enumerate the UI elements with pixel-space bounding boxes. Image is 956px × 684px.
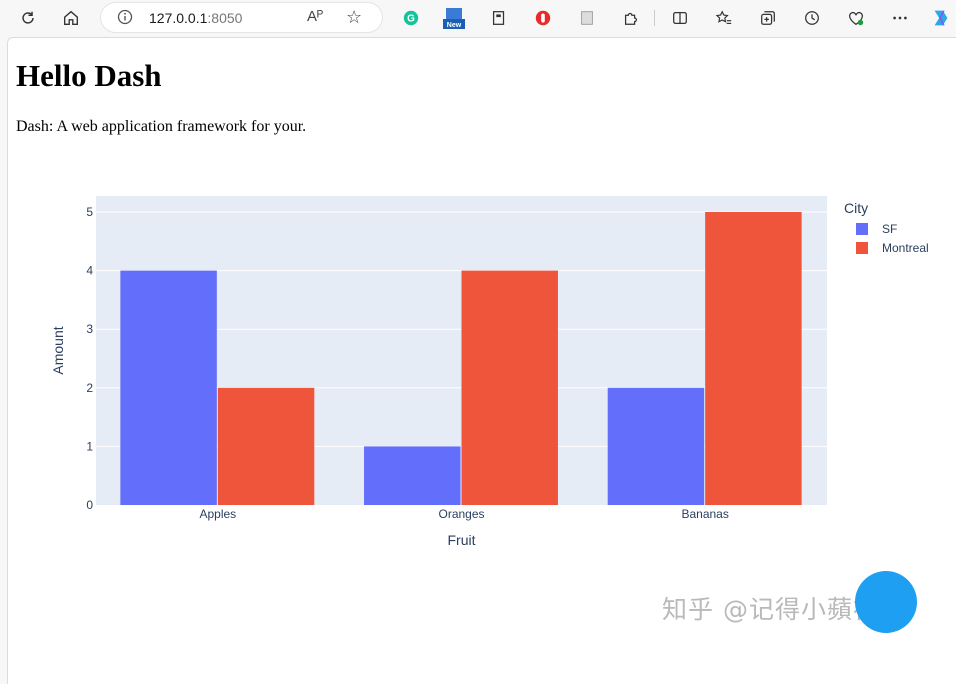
legend-title: City (844, 200, 868, 216)
collections-extension-icon[interactable] (486, 6, 512, 30)
y-tick-label: 5 (86, 205, 93, 219)
new-extension-icon[interactable]: New (441, 6, 467, 30)
bar-sf-apples[interactable] (120, 270, 217, 505)
x-tick-labels: Apples Oranges Bananas (199, 507, 728, 521)
y-tick-label: 3 (86, 322, 93, 336)
document-extension-icon[interactable] (574, 6, 600, 30)
legend-label-montreal[interactable]: Montreal (882, 241, 929, 255)
url-port: :8050 (207, 10, 243, 26)
more-menu-icon[interactable] (887, 6, 913, 30)
bar-sf-bananas[interactable] (607, 387, 705, 505)
split-screen-icon[interactable] (667, 6, 693, 30)
copilot-icon[interactable] (928, 6, 954, 30)
browser-essentials-icon[interactable] (843, 6, 869, 30)
x-tick-label: Bananas (681, 507, 728, 521)
browser-toolbar: 127.0.0.1:8050 Aᴾ ☆ G New (0, 0, 956, 36)
y-tick-label: 1 (86, 439, 93, 453)
url-text: 127.0.0.1:8050 (149, 10, 242, 26)
y-tick-label: 2 (86, 381, 93, 395)
floating-action-button[interactable] (855, 571, 917, 633)
favorite-star-icon[interactable]: ☆ (346, 7, 362, 28)
url-host: 127.0.0.1 (149, 10, 208, 26)
legend-swatch-montreal[interactable] (856, 242, 868, 254)
extensions-puzzle-icon[interactable] (618, 6, 644, 30)
x-tick-label: Oranges (438, 507, 484, 521)
grammarly-extension-icon[interactable]: G (398, 6, 424, 30)
history-icon[interactable] (799, 6, 825, 30)
new-badge-label: New (447, 22, 462, 29)
y-tick-label: 0 (86, 498, 93, 512)
toolbar-divider (654, 10, 655, 26)
legend: City SF Montreal (844, 200, 929, 255)
y-tick-label: 4 (86, 264, 93, 278)
svg-text:G: G (407, 14, 415, 25)
address-bar[interactable]: 127.0.0.1:8050 Aᴾ ☆ (101, 3, 382, 32)
bar-montreal-apples[interactable] (217, 387, 315, 505)
bar-montreal-bananas[interactable] (705, 212, 802, 505)
x-tick-label: Apples (199, 507, 236, 521)
collections-icon[interactable] (755, 6, 781, 30)
y-tick-labels: 0 1 2 3 4 5 (86, 205, 93, 512)
bar-chart: 0 1 2 3 4 5 Apples Oranges Bananas Amount Fruit… (50, 196, 929, 548)
page-content: Hello Dash Dash: A web application frame… (7, 37, 956, 684)
favorites-icon[interactable] (711, 6, 737, 30)
info-icon[interactable] (117, 9, 133, 29)
bar-sf-oranges[interactable] (364, 446, 461, 505)
x-axis-label: Fruit (448, 532, 476, 548)
legend-label-sf[interactable]: SF (882, 222, 897, 236)
y-axis-label: Amount (50, 326, 66, 374)
home-icon[interactable] (58, 6, 84, 30)
refresh-icon[interactable] (15, 6, 41, 30)
adblock-extension-icon[interactable] (530, 6, 556, 30)
bar-montreal-oranges[interactable] (461, 270, 558, 505)
legend-swatch-sf[interactable] (856, 223, 868, 235)
read-aloud-icon[interactable]: Aᴾ (307, 8, 323, 25)
